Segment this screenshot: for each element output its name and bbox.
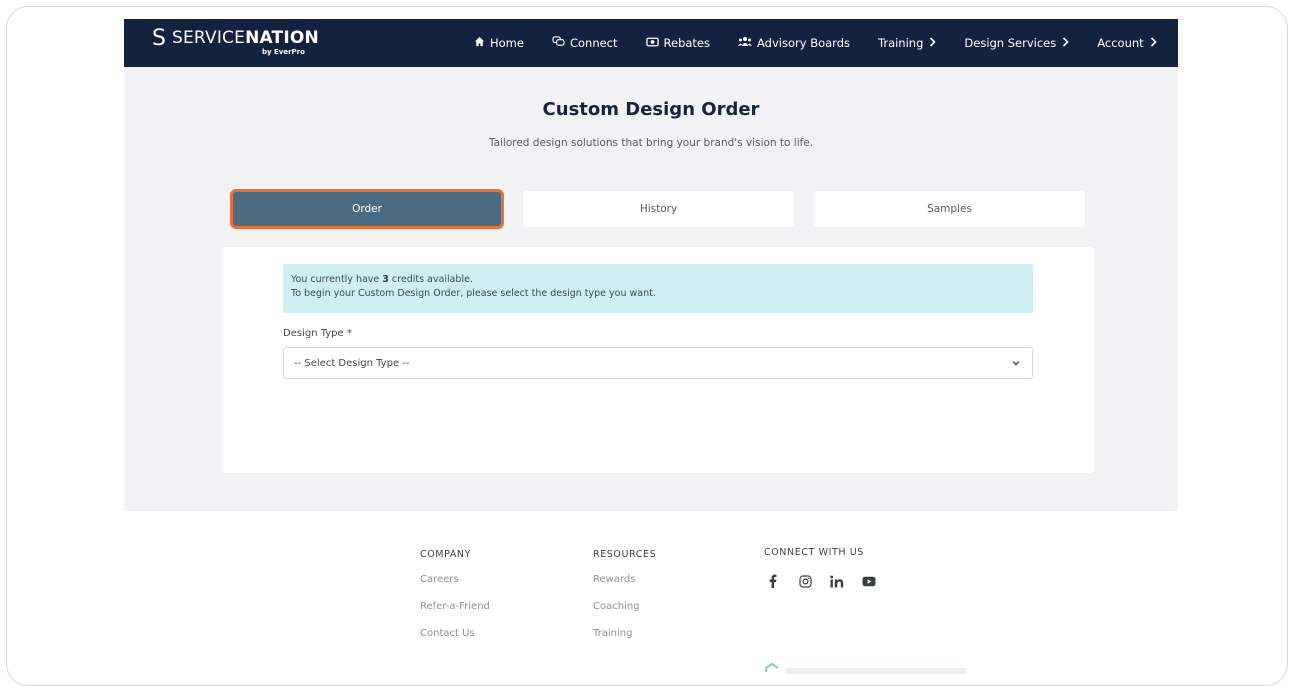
facebook-icon[interactable]: [764, 572, 782, 590]
footer-link-coaching[interactable]: Coaching: [593, 601, 656, 612]
home-icon: [474, 36, 485, 50]
footer-link-training[interactable]: Training: [593, 628, 656, 639]
nav-menu: Home Connect Rebates Advisory Boards Tra…: [474, 19, 1185, 67]
credits-alert: You currently have 3 credits available. …: [283, 264, 1033, 313]
logo-s-mark-icon: S: [152, 26, 166, 51]
social-icons: [764, 572, 892, 590]
page-title: Custom Design Order: [542, 99, 760, 120]
alert-instructions-line: To begin your Custom Design Order, pleas…: [291, 288, 656, 299]
footer-link-refer-a-friend[interactable]: Refer-a-Friend: [420, 601, 490, 612]
nav-item-home[interactable]: Home: [474, 36, 524, 50]
nav-item-design-services[interactable]: Design Services: [964, 36, 1069, 50]
design-type-select[interactable]: -- Select Design Type --: [283, 347, 1033, 379]
alert-credits-line: You currently have 3 credits available.: [291, 274, 473, 285]
linkedin-icon[interactable]: [828, 572, 846, 590]
footer: COMPANY Careers Refer-a-Friend Contact U…: [124, 511, 1178, 674]
browser-frame: S SERVICENATION by EverPro Home Connect: [6, 6, 1288, 686]
tab-history[interactable]: History: [523, 191, 794, 227]
nav-item-rebates[interactable]: Rebates: [645, 36, 710, 50]
users-icon: [738, 36, 753, 50]
nav-item-advisory-boards[interactable]: Advisory Boards: [738, 36, 850, 50]
chevron-right-icon: [1150, 36, 1157, 50]
design-type-selected-value: -- Select Design Type --: [294, 357, 410, 369]
logo-subtext: by EverPro: [262, 48, 305, 56]
order-form-card: You currently have 3 credits available. …: [222, 247, 1094, 473]
chevron-right-icon: [1062, 36, 1069, 50]
footer-link-careers[interactable]: Careers: [420, 574, 490, 585]
page-subtitle: Tailored design solutions that bring you…: [488, 137, 814, 149]
footer-link-contact-us[interactable]: Contact Us: [420, 628, 490, 639]
tab-samples[interactable]: Samples: [814, 191, 1085, 227]
logo-wordmark: SERVICENATION: [172, 28, 319, 48]
chevron-right-icon: [929, 36, 937, 50]
nav-item-training[interactable]: Training: [878, 36, 937, 50]
credits-count: 3: [382, 274, 389, 285]
tab-order[interactable]: Order: [230, 189, 504, 229]
footer-resources-column: RESOURCES Rewards Coaching Training: [593, 549, 656, 655]
footer-company-column: COMPANY Careers Refer-a-Friend Contact U…: [420, 549, 490, 655]
footer-connect-heading: CONNECT WITH US: [764, 547, 864, 558]
top-nav: S SERVICENATION by EverPro Home Connect: [124, 19, 1178, 67]
youtube-icon[interactable]: [860, 572, 878, 590]
footer-link-rewards[interactable]: Rewards: [593, 574, 656, 585]
footer-company-heading: COMPANY: [420, 549, 472, 560]
money-icon: [645, 37, 659, 50]
design-type-label: Design Type *: [283, 328, 352, 339]
footer-logo-partial: [764, 659, 984, 674]
nav-item-connect[interactable]: Connect: [552, 36, 618, 50]
footer-resources-heading: RESOURCES: [593, 549, 657, 560]
chevron-down-icon: [1010, 357, 1022, 369]
footer-connect-column: CONNECT WITH US: [764, 547, 892, 590]
instagram-icon[interactable]: [796, 572, 814, 590]
nav-item-account[interactable]: Account: [1097, 36, 1157, 50]
chat-icon: [552, 36, 565, 50]
